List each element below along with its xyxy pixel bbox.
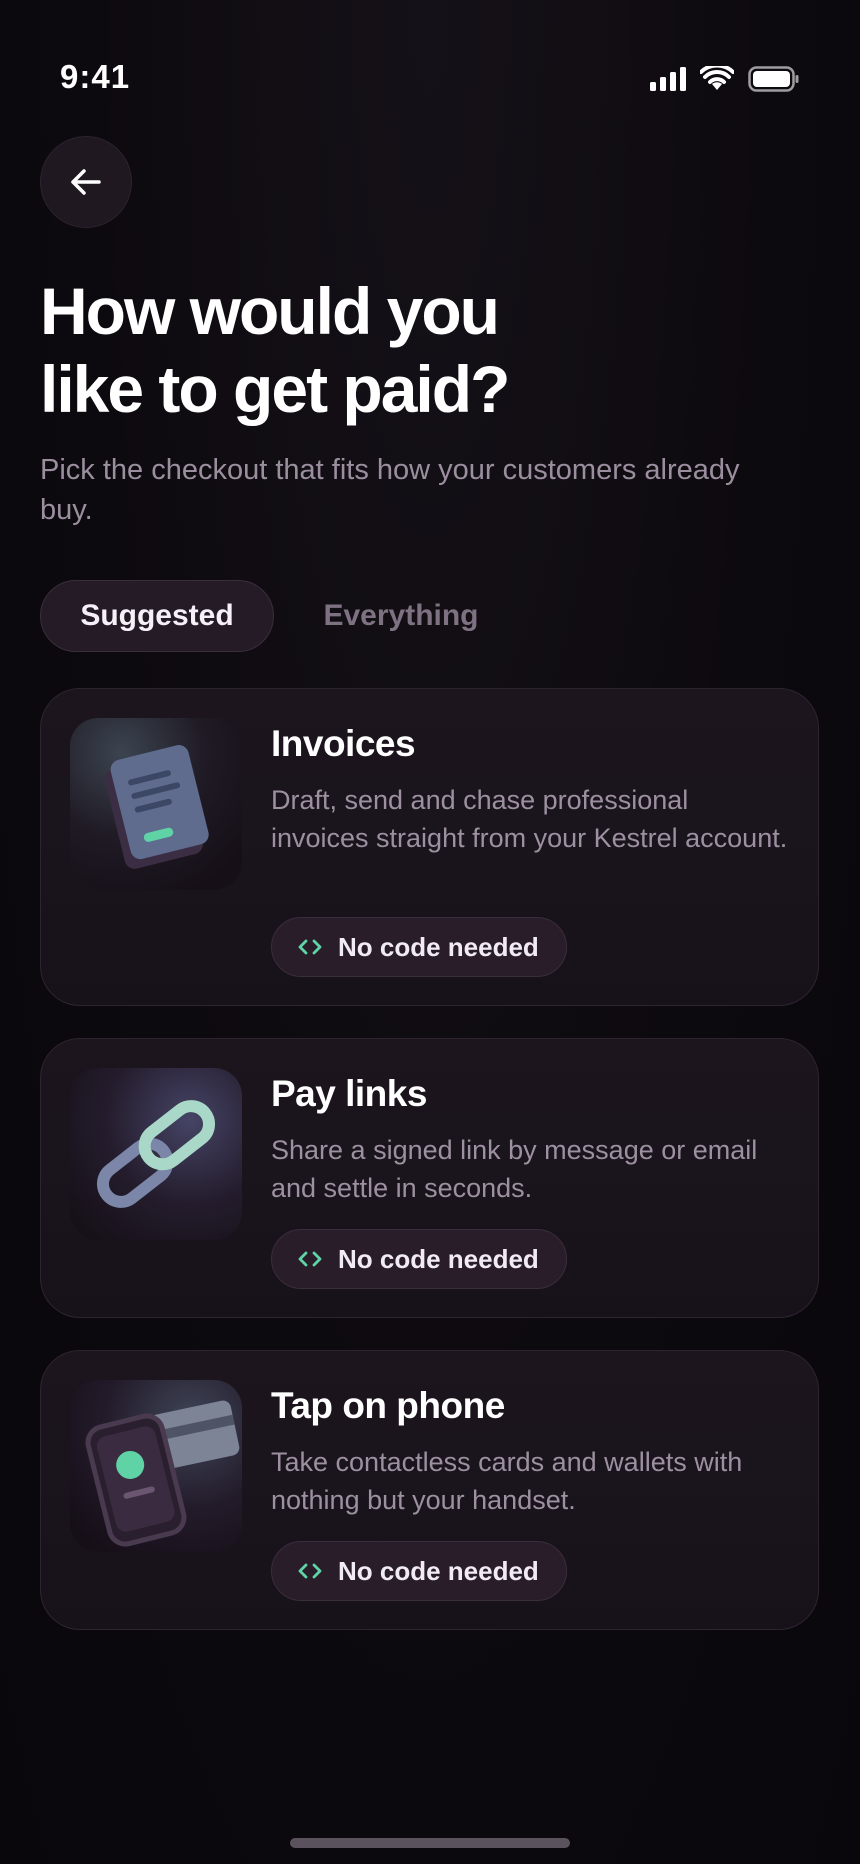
option-title: Tap on phone	[271, 1385, 505, 1426]
tab-suggested[interactable]: Suggested	[40, 580, 274, 652]
option-description: Share a signed link by message or email …	[271, 1135, 758, 1203]
no-code-badge: No code needed	[271, 1541, 567, 1601]
arrow-left-icon	[71, 169, 101, 195]
badge-label: No code needed	[338, 1243, 539, 1274]
badge-label: No code needed	[338, 1555, 539, 1586]
no-code-badge: No code needed	[271, 917, 567, 977]
screen: 9:41 How would you like to get paid? Pic	[0, 0, 860, 1864]
chain-link-icon	[70, 1068, 242, 1240]
tab-everything[interactable]: Everything	[296, 580, 506, 652]
home-indicator[interactable]	[290, 1838, 570, 1848]
option-title: Invoices	[271, 723, 416, 764]
cellular-signal-icon	[650, 67, 686, 91]
option-card-tap-on-phone[interactable]: Tap on phone Take contactless cards and …	[40, 1350, 819, 1630]
back-button[interactable]	[40, 136, 132, 228]
option-description: Take contactless cards and wallets with …	[271, 1447, 743, 1515]
battery-icon	[748, 66, 799, 92]
wifi-icon	[700, 66, 734, 90]
code-brackets-icon	[298, 1562, 322, 1580]
option-card-invoices[interactable]: Invoices Draft, send and chase professio…	[40, 688, 819, 1006]
invoice-document-icon	[70, 718, 242, 890]
status-time: 9:41	[60, 58, 131, 95]
code-brackets-icon	[298, 1250, 322, 1268]
code-brackets-icon	[298, 938, 322, 956]
page-title: How would you like to get paid?	[40, 272, 800, 428]
phone-card-icon	[70, 1380, 242, 1552]
option-title: Pay links	[271, 1073, 427, 1114]
option-card-pay-links[interactable]: Pay links Share a signed link by message…	[40, 1038, 819, 1318]
page-subtitle: Pick the checkout that fits how your cus…	[40, 454, 740, 526]
page-title-line-1: How would you	[40, 274, 500, 348]
status-icons	[650, 66, 800, 92]
option-description: Draft, send and chase professional invoi…	[271, 785, 788, 853]
badge-label: No code needed	[338, 931, 539, 962]
no-code-badge: No code needed	[271, 1229, 567, 1289]
page-title-line-2: like to get paid?	[40, 352, 510, 426]
